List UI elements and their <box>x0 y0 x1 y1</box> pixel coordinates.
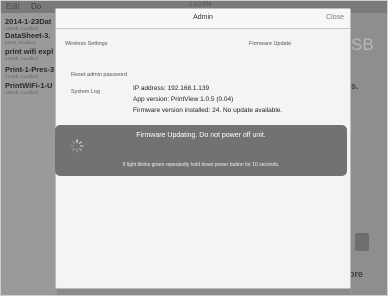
list-item[interactable]: PrintWiFi-1-U 180KB, modified <box>5 81 55 95</box>
dialog-header: Admin Close <box>56 9 350 29</box>
app-version-text: App version: PrintView 1.0.5 (0.04) <box>133 96 234 103</box>
overlay-title: Firmware Updating. Do not power off unit… <box>136 132 266 139</box>
background-text: ore <box>349 269 364 279</box>
background-image <box>355 233 369 251</box>
list-item[interactable]: DataSheet-3. 95KB, modified <box>5 31 55 45</box>
background-logo-text: SB <box>351 35 374 54</box>
list-item-title: DataSheet-3. <box>5 31 51 40</box>
reset-admin-password-link[interactable]: Reset admin password <box>71 72 127 78</box>
close-button[interactable]: Close <box>326 14 344 21</box>
list-item[interactable]: Print-1-Pres-3 210KB, modified <box>5 65 55 79</box>
dialog-title: Admin <box>193 14 213 21</box>
firmware-progress-overlay: Firmware Updating. Do not power off unit… <box>55 125 347 176</box>
list-item[interactable]: 2014-1-23Dat 160KB, modified <box>5 17 55 31</box>
tab-firmware-update[interactable]: Firmware Update <box>249 41 291 47</box>
tab-wireless-settings[interactable]: Wireless Settings <box>65 41 108 47</box>
list-item-title: PrintWiFi-1-U <box>5 81 53 90</box>
list-item-subtitle: 95KB, modified <box>5 40 36 45</box>
activity-spinner-icon <box>70 139 84 153</box>
list-item-title: print wifi expl <box>5 47 54 56</box>
list-item[interactable]: print wifi expl 120KB, modified <box>5 47 55 61</box>
document-list: 2014-1-23Dat 160KB, modified DataSheet-3… <box>1 1 57 295</box>
list-item-title: 2014-1-23Dat <box>5 17 52 26</box>
background-content <box>349 13 387 295</box>
list-item-subtitle: 210KB, modified <box>5 74 39 79</box>
overlay-note: If light blinks green repeatedly hold do… <box>122 162 280 168</box>
list-item-subtitle: 120KB, modified <box>5 56 39 61</box>
system-log-link[interactable]: System Log <box>71 89 100 95</box>
list-item-title: Print-1-Pres-3 <box>5 65 55 74</box>
ip-address-text: IP address: 192.168.1.139 <box>133 85 210 92</box>
firmware-version-text: Firmware version installed: 24. No updat… <box>133 107 283 114</box>
edit-button[interactable]: Edit <box>6 2 20 11</box>
list-item-subtitle: 180KB, modified <box>5 90 39 95</box>
background-text: s. <box>351 81 359 91</box>
documents-title: Do <box>31 2 42 11</box>
